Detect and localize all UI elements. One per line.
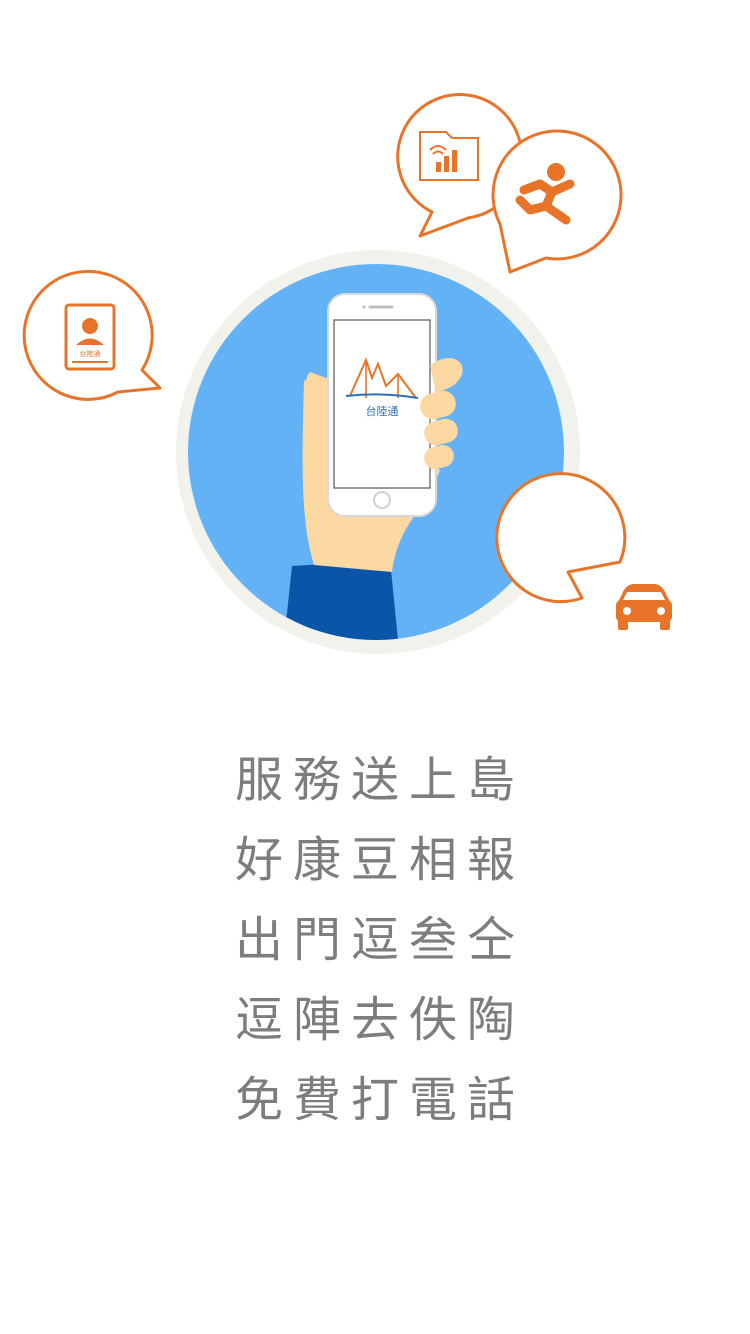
app-logo-text: 台陸通 xyxy=(366,404,399,418)
slogan-line: 出門逗叁仝 xyxy=(234,912,525,968)
slogan-line: 好康豆相報 xyxy=(234,832,525,888)
contact-card-icon: 台陸通 xyxy=(64,303,116,371)
slogan-line: 服務送上島 xyxy=(234,752,525,808)
runner-bubble xyxy=(491,129,623,274)
contact-bubble: 台陸通 xyxy=(22,269,162,401)
car-icon xyxy=(616,584,672,630)
onboarding-illustration: 台陸通 台陸通 xyxy=(22,93,672,654)
slogan-line: 免費打電話 xyxy=(234,1072,525,1128)
contact-card-label: 台陸通 xyxy=(80,349,101,358)
car-bubble xyxy=(495,472,672,630)
slogan-lines: 服務送上島 好康豆相報 出門逗叁仝 逗陣去佚陶 免費打電話 xyxy=(0,740,750,1140)
phone-in-hand-circle: 台陸通 xyxy=(176,250,580,654)
smartphone: 台陸通 xyxy=(327,293,437,517)
slogan-line: 逗陣去佚陶 xyxy=(234,992,525,1048)
signal-folder-icon xyxy=(419,131,479,181)
